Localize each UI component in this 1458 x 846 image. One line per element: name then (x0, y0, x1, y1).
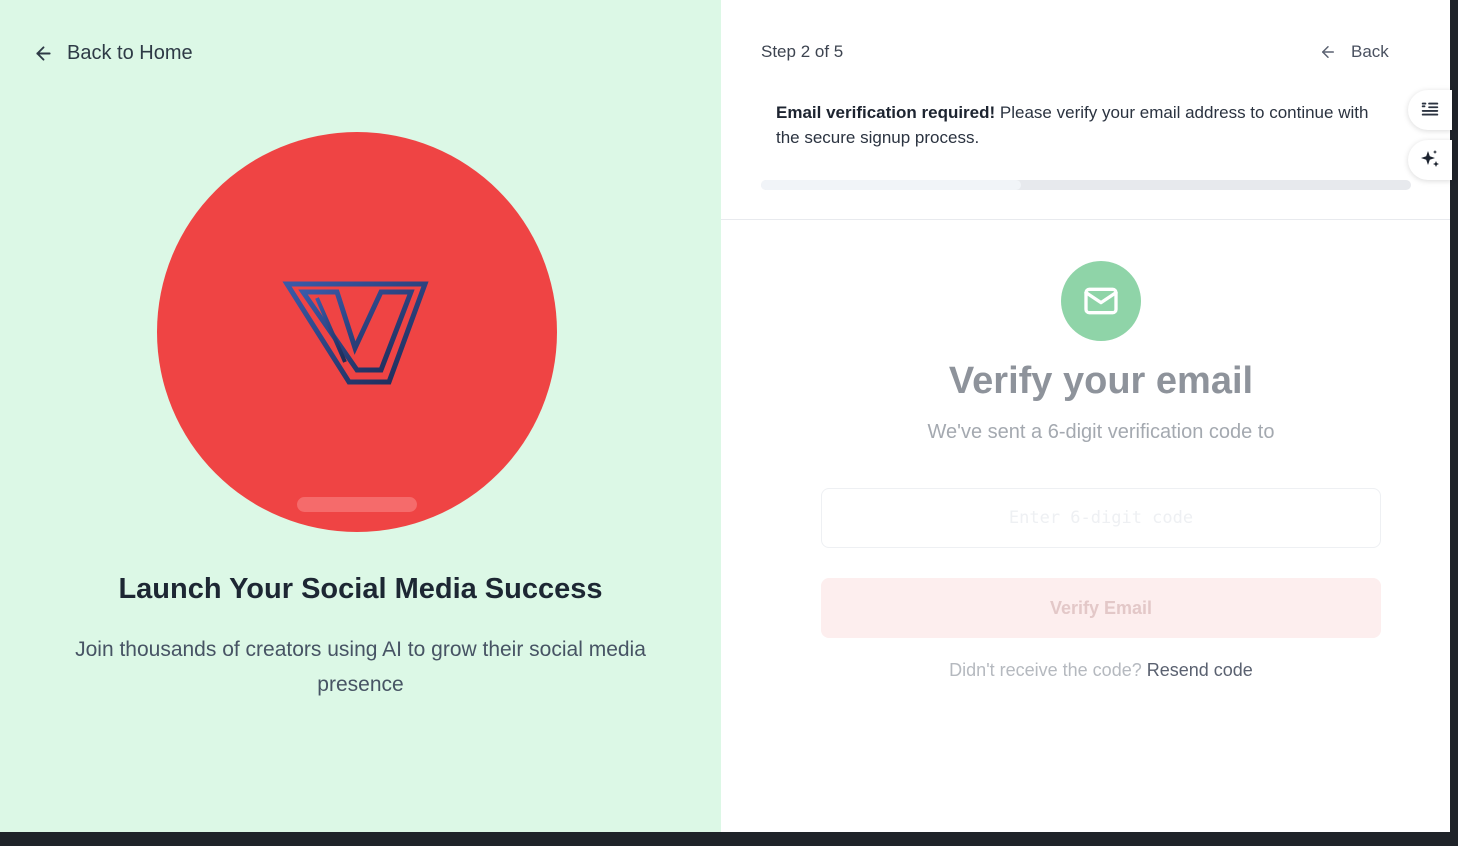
header-divider (721, 219, 1450, 220)
arrow-left-icon (1322, 46, 1334, 58)
signup-window: Back to Home Launch Your Social Media Su… (0, 0, 1452, 832)
verification-notice: Email verification required! Please veri… (776, 100, 1396, 150)
step-indicator: Step 2 of 5 (761, 42, 844, 61)
back-to-home-label: Back to Home (67, 42, 193, 64)
back-to-home-link[interactable]: Back to Home (33, 42, 193, 65)
verify-email-button[interactable]: Verify Email (821, 578, 1381, 638)
left-hero-panel: Back to Home Launch Your Social Media Su… (0, 0, 721, 832)
arrow-left-icon (36, 46, 51, 61)
brand-logo-circle (157, 132, 557, 532)
mail-badge (1061, 261, 1141, 341)
logo-pill-decoration (297, 497, 417, 512)
notice-bold: Email verification required! (776, 103, 996, 122)
progress-fill (761, 180, 1021, 190)
back-button[interactable]: Back (1319, 42, 1389, 62)
verification-code-input[interactable] (821, 488, 1381, 548)
resend-prompt: Didn't receive the code? (949, 660, 1147, 680)
verify-title: Verify your email (948, 360, 1254, 402)
hero-title: Launch Your Social Media Success (118, 573, 603, 605)
resend-code-link[interactable]: Resend code (1147, 660, 1253, 680)
v-logo-icon (282, 281, 429, 385)
quote-list-tool-button[interactable] (1408, 90, 1452, 130)
signup-form-panel: Step 2 of 5 Back Email verification requ… (721, 0, 1452, 832)
mail-icon (1084, 287, 1118, 315)
resend-row: Didn't receive the code? Resend code (721, 660, 1458, 681)
quote-list-icon (1421, 102, 1439, 116)
sparkle-icon (1421, 150, 1439, 167)
verify-subtitle: We've sent a 6-digit verification code t… (927, 421, 1275, 443)
hero-subtitle: Join thousands of creators using AI to g… (75, 638, 646, 696)
back-label: Back (1351, 42, 1389, 61)
ai-sparkle-button[interactable] (1408, 140, 1452, 180)
signup-progress-bar (761, 180, 1411, 190)
